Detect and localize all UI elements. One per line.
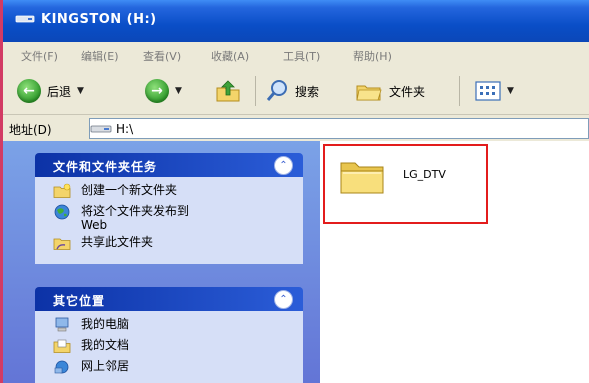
globe-icon [54, 204, 70, 220]
other-places-body: 我的电脑 我的文档 网上邻居 [35, 311, 303, 383]
search-button[interactable]: 搜索 [265, 77, 319, 105]
explorer-window: KINGSTON (H:) 文件(F) 编辑(E) 查看(V) 收藏(A) 工具… [0, 0, 589, 383]
toolbar-separator [459, 76, 460, 106]
my-documents-icon [53, 339, 71, 353]
task-publish-web-label-2: Web [81, 218, 108, 232]
forward-arrow-icon: → [145, 79, 169, 103]
my-computer-icon [55, 317, 69, 332]
collapse-chevron-icon[interactable]: ⌃ [274, 156, 293, 175]
menu-favorites[interactable]: 收藏(A) [211, 48, 249, 64]
views-icon [475, 81, 501, 101]
place-my-computer[interactable]: 我的电脑 [35, 317, 303, 335]
search-icon [266, 80, 287, 101]
task-new-folder-label: 创建一个新文件夹 [81, 183, 178, 197]
place-network-label: 网上邻居 [81, 359, 130, 373]
other-places-header[interactable]: 其它位置 ⌃ [35, 287, 303, 311]
menu-bar: 文件(F) 编辑(E) 查看(V) 收藏(A) 工具(T) 帮助(H) [3, 42, 589, 69]
address-input[interactable]: H:\ [89, 118, 589, 139]
menu-view[interactable]: 查看(V) [143, 48, 181, 64]
views-dropdown-icon[interactable]: ▼ [507, 86, 514, 96]
toolbar-separator [255, 76, 256, 106]
back-arrow-icon: ← [17, 79, 41, 103]
back-label: 后退 [47, 84, 72, 99]
up-folder-button[interactable] [215, 77, 241, 105]
task-new-folder[interactable]: 创建一个新文件夹 [35, 183, 303, 201]
back-button[interactable]: ← 后退 ▼ [17, 77, 84, 105]
search-label: 搜索 [295, 84, 320, 99]
title-bar[interactable]: KINGSTON (H:) [3, 0, 589, 42]
views-button[interactable]: ▼ [475, 77, 514, 105]
place-my-computer-label: 我的电脑 [81, 317, 130, 331]
address-label: 地址(D) [9, 123, 52, 137]
menu-edit[interactable]: 编辑(E) [81, 48, 119, 64]
drive-small-icon [90, 125, 112, 132]
up-folder-icon [216, 80, 240, 102]
window-title: KINGSTON (H:) [41, 12, 157, 27]
place-my-documents[interactable]: 我的文档 [35, 338, 303, 356]
menu-help[interactable]: 帮助(H) [353, 48, 392, 64]
forward-dropdown-icon[interactable]: ▼ [175, 86, 182, 96]
toolbar: ← 后退 ▼ → ▼ 搜索 文件夹 ▼ [3, 68, 589, 115]
task-publish-web[interactable]: 将这个文件夹发布到 Web [35, 204, 303, 232]
address-bar: 地址(D) H:\ [3, 115, 589, 142]
file-list-area[interactable]: LG_DTV [320, 141, 589, 383]
other-places-panel: 其它位置 ⌃ 我的电脑 我的文档 网上邻居 [35, 287, 303, 383]
forward-button[interactable]: → ▼ [145, 77, 182, 105]
network-places-icon [54, 360, 69, 374]
place-my-documents-label: 我的文档 [81, 338, 130, 352]
address-value: H:\ [116, 121, 134, 136]
drive-icon [15, 15, 35, 23]
folder-icon [340, 162, 384, 194]
new-folder-icon [53, 183, 71, 198]
folder-item[interactable]: LG_DTV [323, 144, 488, 224]
menu-file[interactable]: 文件(F) [21, 48, 58, 64]
share-folder-icon [53, 238, 71, 250]
place-network[interactable]: 网上邻居 [35, 359, 303, 377]
back-dropdown-icon[interactable]: ▼ [77, 86, 84, 96]
task-publish-web-label: 将这个文件夹发布到 [81, 204, 190, 218]
folder-name: LG_DTV [403, 168, 446, 181]
task-share-folder-label: 共享此文件夹 [81, 235, 154, 249]
menu-tools[interactable]: 工具(T) [283, 48, 320, 64]
file-tasks-panel: 文件和文件夹任务 ⌃ 创建一个新文件夹 将这个文件夹发布到 Web 共享此文件夹 [35, 153, 303, 264]
other-places-title: 其它位置 [53, 294, 106, 308]
folders-label: 文件夹 [389, 84, 426, 99]
file-tasks-header[interactable]: 文件和文件夹任务 ⌃ [35, 153, 303, 177]
folders-icon [356, 85, 382, 101]
task-pane: 文件和文件夹任务 ⌃ 创建一个新文件夹 将这个文件夹发布到 Web 共享此文件夹… [3, 141, 320, 383]
file-tasks-title: 文件和文件夹任务 [53, 160, 158, 174]
collapse-chevron-icon[interactable]: ⌃ [274, 290, 293, 309]
folders-button[interactable]: 文件夹 [355, 77, 425, 105]
file-tasks-body: 创建一个新文件夹 将这个文件夹发布到 Web 共享此文件夹 [35, 177, 303, 264]
task-share-folder[interactable]: 共享此文件夹 [35, 235, 303, 253]
